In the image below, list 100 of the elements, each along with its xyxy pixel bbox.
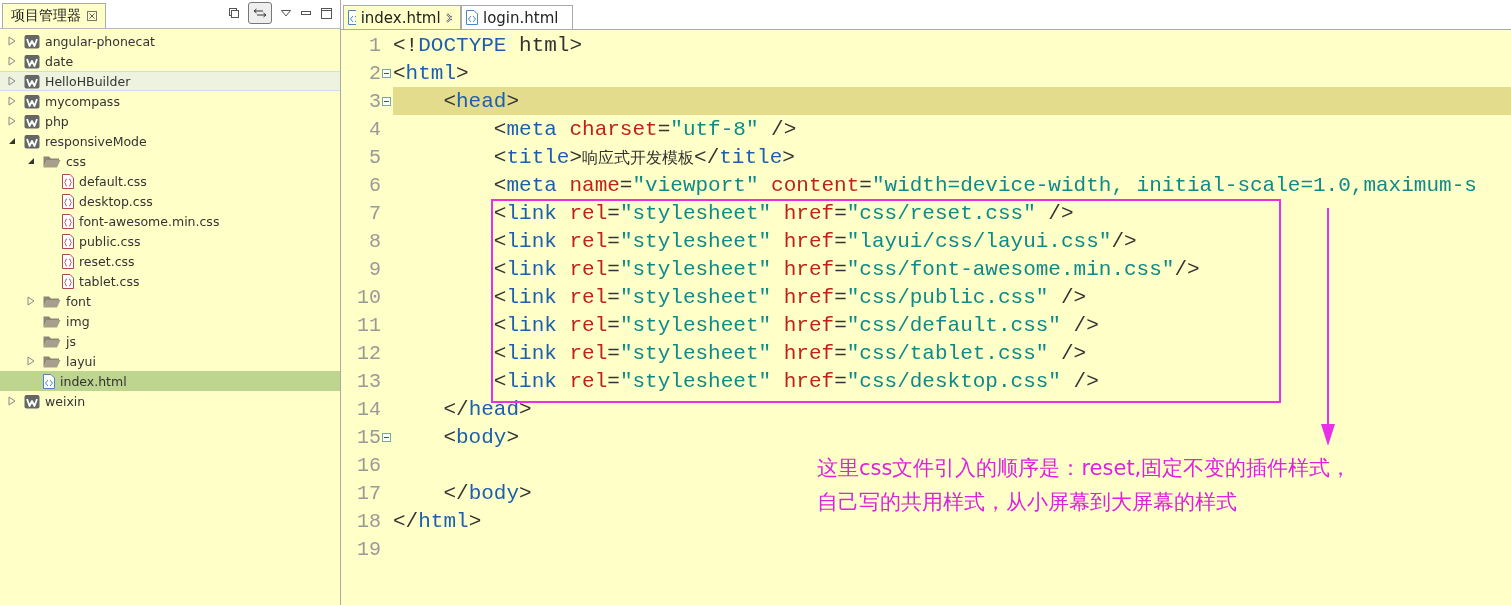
code-line: <meta charset="utf-8" /> [492, 117, 797, 141]
line-number: 3 [369, 89, 381, 113]
tree-item-label: index.html [60, 373, 127, 389]
fold-icon[interactable] [382, 96, 391, 106]
tree-item-label: angular-phonecat [45, 33, 155, 49]
css-file-icon [62, 233, 74, 249]
tree-item-label: layui [66, 353, 96, 369]
tree-item-label: font-awesome.min.css [79, 213, 220, 229]
html-file-icon [43, 373, 55, 389]
tree-row[interactable]: js [0, 331, 340, 351]
double-arrow-icon [253, 8, 267, 18]
tree-row[interactable]: default.css [0, 171, 340, 191]
collapsed-arrow-icon[interactable] [8, 116, 16, 126]
fold-icon[interactable] [382, 432, 391, 442]
line-number: 14 [357, 397, 381, 421]
folder-icon [43, 354, 61, 368]
tree-row[interactable]: tablet.css [0, 271, 340, 291]
code-line: <link rel="stylesheet" href="layui/css/layui.css"/> [492, 229, 1137, 253]
folder-icon [43, 294, 61, 308]
code-line: <!DOCTYPE html> [393, 33, 583, 57]
line-number: 13 [357, 369, 381, 393]
code-line: <link rel="stylesheet" href="css/reset.css" /> [492, 201, 1074, 225]
tree-row[interactable]: mycompass [0, 91, 340, 111]
tree-row[interactable]: HelloHBuilder [0, 71, 340, 91]
link-toggle-button[interactable] [248, 2, 272, 24]
tree-row[interactable]: desktop.css [0, 191, 340, 211]
line-number: 5 [369, 145, 381, 169]
collapsed-arrow-icon[interactable] [8, 76, 16, 86]
css-file-icon [62, 173, 74, 189]
line-number: 15 [357, 425, 381, 449]
collapse-all-icon[interactable] [229, 8, 239, 18]
project-icon [24, 133, 40, 149]
tree-item-label: php [45, 113, 69, 129]
minimize-icon[interactable] [301, 10, 311, 16]
code-line: </body> [442, 481, 532, 505]
tree-item-label: js [66, 333, 76, 349]
collapsed-arrow-icon[interactable] [27, 356, 35, 366]
tree-row[interactable]: css [0, 151, 340, 171]
line-number: 9 [369, 257, 381, 281]
line-number: 10 [357, 285, 381, 309]
line-number: 8 [369, 229, 381, 253]
tree-row[interactable]: layui [0, 351, 340, 371]
folder-icon [43, 314, 61, 328]
panel-tab[interactable]: 项目管理器 [2, 3, 106, 28]
line-number: 7 [369, 201, 381, 225]
line-number: 4 [369, 117, 381, 141]
collapsed-arrow-icon[interactable] [8, 96, 16, 106]
tree-row[interactable]: public.css [0, 231, 340, 251]
code-line: </head> [442, 397, 532, 421]
tree-row[interactable]: angular-phonecat [0, 31, 340, 51]
view-menu-icon[interactable] [281, 9, 291, 17]
folder-icon [43, 334, 61, 348]
line-number: 18 [357, 509, 381, 533]
tree-item-label: desktop.css [79, 193, 153, 209]
tree-item-label: public.css [79, 233, 141, 249]
line-number: 17 [357, 481, 381, 505]
collapsed-arrow-icon[interactable] [8, 56, 16, 66]
code-line: <link rel="stylesheet" href="css/tablet.css" /> [492, 341, 1087, 365]
fold-icon[interactable] [382, 68, 391, 78]
tree-row[interactable]: font-awesome.min.css [0, 211, 340, 231]
tree-row[interactable]: php [0, 111, 340, 131]
maximize-icon[interactable] [320, 7, 332, 19]
line-number: 1 [369, 33, 381, 57]
tree-row[interactable]: weixin [0, 391, 340, 411]
code-line: <link rel="stylesheet" href="css/default.css" /> [492, 313, 1099, 337]
tree-row[interactable]: responsiveMode [0, 131, 340, 151]
collapsed-arrow-icon[interactable] [8, 36, 16, 46]
css-file-icon [62, 193, 74, 209]
tree-item-label: font [66, 293, 91, 309]
editor-tab[interactable]: login.html [461, 5, 573, 29]
tree-row[interactable]: index.html [0, 371, 340, 391]
tree-item-label: tablet.css [79, 273, 140, 289]
code-line: <link rel="stylesheet" href="css/desktop.css" /> [492, 369, 1099, 393]
expanded-arrow-icon[interactable] [8, 137, 16, 145]
collapsed-arrow-icon[interactable] [27, 296, 35, 306]
tree-row[interactable]: font [0, 291, 340, 311]
editor-tab-label: index.html [360, 8, 441, 27]
line-number: 2 [369, 61, 381, 85]
css-file-icon [62, 273, 74, 289]
tree-row[interactable]: date [0, 51, 340, 71]
code-line: <link rel="stylesheet" href="css/font-awesome.min.css"/> [492, 257, 1200, 281]
editor-tab[interactable]: index.html [343, 5, 461, 29]
tree-item-label: reset.css [79, 253, 135, 269]
line-number: 12 [357, 341, 381, 365]
tree-item-label: HelloHBuilder [45, 73, 131, 89]
tree-row[interactable]: img [0, 311, 340, 331]
tree-item-label: responsiveMode [45, 133, 147, 149]
code-line: <body> [442, 425, 520, 449]
code-line: <html> [393, 61, 469, 85]
tree-row[interactable]: reset.css [0, 251, 340, 271]
code-line: <head> [442, 89, 520, 113]
panel-title: 项目管理器 [11, 7, 81, 25]
css-file-icon [62, 253, 74, 269]
line-number: 11 [357, 313, 381, 337]
expanded-arrow-icon[interactable] [27, 157, 35, 165]
folder-icon [43, 154, 61, 168]
line-number: 6 [369, 173, 381, 197]
css-file-icon [62, 213, 74, 229]
collapsed-arrow-icon[interactable] [8, 396, 16, 406]
editor-tab-label: login.html [483, 8, 559, 27]
